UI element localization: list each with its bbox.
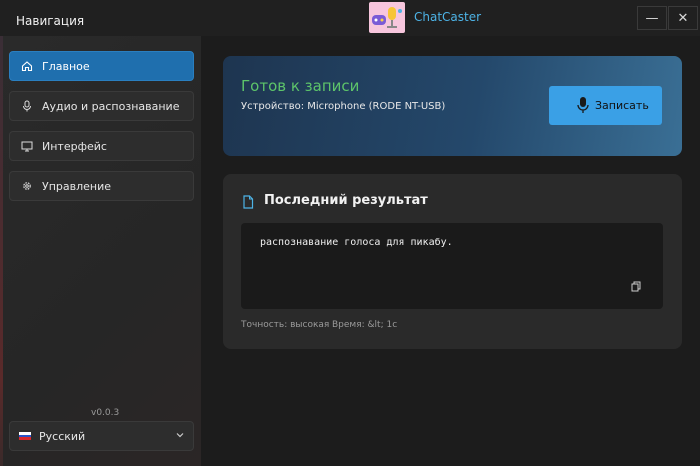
time-label: Время: &lt; 1с — [332, 320, 398, 330]
device-label: Устройство: Microphone (RODE NT-USB) — [241, 101, 446, 112]
sidebar-item-label: Управление — [42, 179, 112, 193]
sidebar-item-label: Главное — [42, 59, 90, 73]
microphone-icon — [20, 99, 34, 113]
minimize-button[interactable]: — — [637, 6, 667, 30]
record-button[interactable]: Записать — [549, 86, 662, 125]
app-version: v0.0.3 — [91, 408, 120, 418]
recording-status: Готов к записи — [241, 77, 360, 95]
result-text: распознавание голоса для пикабу. — [260, 237, 453, 248]
navigation-title: Навигация — [16, 14, 85, 28]
accuracy-label: Точность: высокая — [241, 320, 330, 330]
title-bar: Навигация ChatCaster — ✕ — [0, 0, 700, 36]
result-text-box[interactable] — [241, 223, 663, 309]
microphone-icon — [576, 96, 590, 117]
record-button-label: Записать — [595, 99, 649, 112]
app-logo-icon — [369, 2, 405, 33]
language-select[interactable]: Русский — [9, 421, 194, 451]
sidebar-item-label: Аудио и распознавание — [42, 99, 180, 113]
sidebar-item-interface[interactable]: Интерфейс — [9, 131, 194, 161]
sidebar-item-controls[interactable]: Управление — [9, 171, 194, 201]
minimize-icon: — — [645, 10, 659, 26]
sidebar-item-home[interactable]: Главное — [9, 51, 194, 81]
chevron-down-icon — [175, 430, 185, 443]
close-button[interactable]: ✕ — [668, 6, 698, 30]
monitor-icon — [20, 139, 34, 153]
sidebar-edge — [0, 36, 3, 466]
sidebar-item-audio[interactable]: Аудио и распознавание — [9, 91, 194, 121]
language-label: Русский — [39, 429, 86, 443]
russia-flag-icon — [19, 432, 31, 441]
document-icon — [242, 194, 254, 213]
close-icon: ✕ — [677, 10, 689, 26]
copy-icon[interactable] — [631, 277, 641, 296]
home-icon — [20, 59, 34, 73]
gear-icon — [20, 179, 34, 193]
sidebar-item-label: Интерфейс — [42, 139, 107, 153]
app-title: ChatCaster — [414, 10, 482, 24]
result-title: Последний результат — [264, 193, 428, 208]
